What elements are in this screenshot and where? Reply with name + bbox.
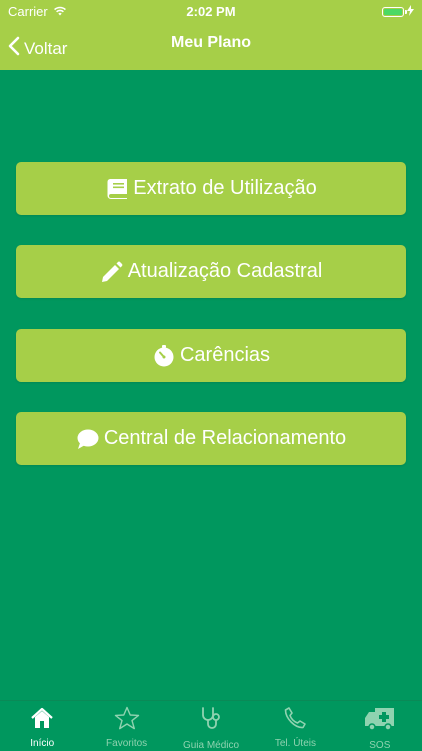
status-bar: Carrier 2:02 PM (0, 0, 422, 22)
book-icon (105, 178, 129, 200)
central-button[interactable]: Central de Relacionamento (16, 412, 406, 465)
tab-label: Guia Médico (182, 740, 240, 751)
star-icon (114, 706, 140, 735)
central-label: Central de Relacionamento (103, 427, 347, 449)
carencias-label: Carências (179, 344, 271, 366)
pencil-icon (100, 260, 124, 284)
battery-group (382, 4, 414, 19)
extrato-label: Extrato de Utilização (133, 177, 317, 199)
home-icon (30, 706, 54, 735)
atualizacao-button[interactable]: Atualização Cadastral (16, 245, 406, 298)
nav-bar: Voltar Meu Plano (0, 22, 422, 70)
extrato-button[interactable]: Extrato de Utilização (16, 162, 406, 215)
ambulance-icon (364, 706, 396, 737)
tab-label: SOS (369, 740, 391, 751)
tab-sos[interactable]: SOS (338, 701, 422, 751)
tab-inicio[interactable]: Início (0, 701, 84, 751)
tab-favoritos[interactable]: Favoritos (84, 701, 168, 751)
tab-bar: Início Favoritos Guia Médico Tel. Úteis (0, 700, 422, 751)
bolt-icon (407, 4, 414, 19)
chat-icon (76, 428, 100, 450)
tab-label: Favoritos (106, 738, 148, 749)
atualizacao-label: Atualização Cadastral (127, 260, 323, 282)
header: Carrier 2:02 PM Voltar Meu Plano (0, 0, 422, 70)
stethoscope-icon (198, 706, 224, 737)
tab-label: Tel. Úteis (274, 738, 316, 749)
page-title: Meu Plano (170, 34, 251, 51)
stopwatch-icon (152, 344, 176, 368)
tab-label: Início (30, 738, 55, 749)
status-time: 2:02 PM (186, 4, 236, 19)
phone-icon (283, 706, 307, 735)
carencias-button[interactable]: Carências (16, 329, 406, 382)
tab-tel-uteis[interactable]: Tel. Úteis (253, 701, 337, 751)
battery-icon (382, 6, 407, 17)
tab-guia-medico[interactable]: Guia Médico (169, 701, 253, 751)
